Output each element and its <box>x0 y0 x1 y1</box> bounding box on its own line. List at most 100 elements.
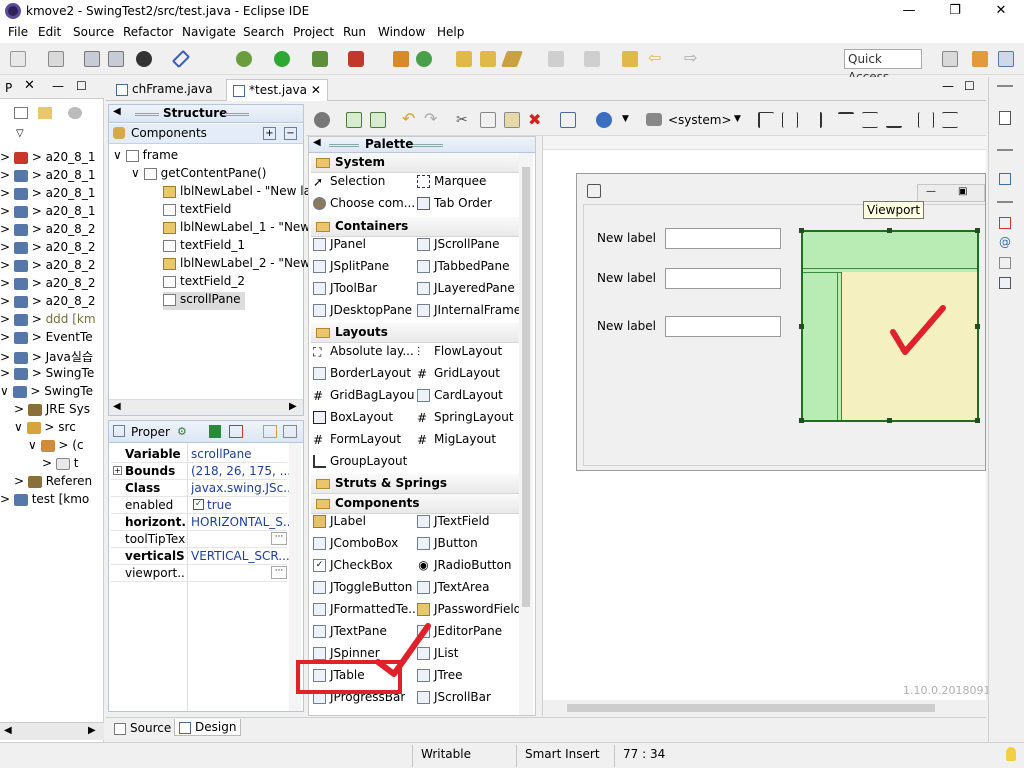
nls-globe-icon[interactable] <box>596 112 612 128</box>
look-and-feel-select[interactable]: <system> ▼ <box>646 112 742 130</box>
minimize-view-icon[interactable]: — <box>52 79 64 93</box>
palette-item-jlayeredpane[interactable]: JLayeredPane <box>417 281 515 299</box>
property-row[interactable]: toolTipText ··· <box>111 531 287 548</box>
annotation-next-icon[interactable] <box>548 51 564 67</box>
tree-node-textfield[interactable]: textField_1 <box>163 238 245 256</box>
tree-item[interactable]: ∨ > src <box>0 420 100 438</box>
maximize-view-icon[interactable]: ☐ <box>76 79 87 93</box>
menu-source[interactable]: Source <box>73 25 114 39</box>
tree-item[interactable]: > > SwingTe <box>0 366 100 384</box>
tree-node-frame[interactable]: ∨ frame <box>113 148 178 166</box>
user-icon[interactable] <box>136 51 152 67</box>
tree-node-label[interactable]: lblNewLabel_1 - "New <box>163 220 310 238</box>
save-all-icon[interactable] <box>108 51 124 67</box>
filter-chevron-icon[interactable]: ▽ <box>16 128 24 139</box>
palette-item-gridlayout[interactable]: # GridLayout <box>417 366 500 384</box>
tree-item[interactable]: > JRE Sys <box>0 402 100 420</box>
event-handlers-icon[interactable] <box>263 425 277 438</box>
tree-item[interactable]: ∨ > (c <box>0 438 100 456</box>
collapse-all-icon[interactable]: − <box>284 127 297 140</box>
palette-item-marquee[interactable]: Marquee <box>417 174 486 192</box>
goto-definition-icon[interactable] <box>209 425 221 438</box>
tab-chframe[interactable]: chFrame.java <box>110 79 219 101</box>
form-label-3[interactable]: New label <box>597 319 656 333</box>
resize-handle[interactable] <box>975 418 980 423</box>
resize-handle[interactable] <box>975 324 980 329</box>
palette-category-components[interactable]: Components <box>311 494 519 514</box>
run-icon[interactable] <box>274 51 290 67</box>
debug-icon[interactable] <box>236 51 252 67</box>
tree-item[interactable]: > > Java실습 <box>0 348 100 366</box>
tree-item[interactable]: > > ddd [km <box>0 312 100 330</box>
palette-item-jlabel[interactable]: JLabel <box>313 514 366 532</box>
tree-item[interactable]: > > a20_8_2 <box>0 222 100 240</box>
scroll-left-icon[interactable]: ◀ <box>4 725 12 736</box>
new-file-icon[interactable] <box>10 51 26 67</box>
maximize-editor-icon[interactable]: ☐ <box>964 79 975 93</box>
property-row[interactable]: horizont...HORIZONTAL_S... <box>111 514 289 531</box>
new-wizard-icon[interactable] <box>48 51 64 67</box>
dropdown-arrow-icon[interactable]: ▼ <box>622 114 629 124</box>
console-icon[interactable] <box>999 277 1011 289</box>
convert-local-icon[interactable] <box>229 425 243 438</box>
jframe-minimize-icon[interactable]: — <box>926 186 936 197</box>
package-explorer-tab[interactable]: P <box>5 81 12 95</box>
palette-item-jcheckbox[interactable]: ✓ JCheckBox <box>313 558 393 576</box>
copy-icon[interactable] <box>480 112 496 128</box>
align-middle-icon[interactable] <box>862 112 878 128</box>
palette-item-grouplayout[interactable]: GroupLayout <box>313 454 407 472</box>
palette-item-jdesktoppane[interactable]: JDesktopPane <box>313 303 412 321</box>
view-menu-icon[interactable] <box>68 107 82 119</box>
palette-item-jbutton[interactable]: JButton <box>417 536 478 554</box>
same-height-icon[interactable] <box>942 112 958 128</box>
tree-item[interactable]: > > a20_8_2 <box>0 258 100 276</box>
save-icon[interactable] <box>84 51 100 67</box>
tree-item[interactable]: > test [kmo <box>0 492 100 510</box>
palette-item-jtogglebutton[interactable]: JToggleButton <box>313 580 415 598</box>
resize-handle[interactable] <box>887 228 892 233</box>
property-row[interactable]: viewport... ··· <box>111 565 287 582</box>
resize-handle[interactable] <box>799 324 804 329</box>
palette-item-springlayout[interactable]: # SpringLayout <box>417 410 514 428</box>
scrollpane-selected[interactable] <box>799 228 980 423</box>
align-bottom-icon[interactable] <box>886 112 902 128</box>
reparse-icon[interactable] <box>346 112 362 128</box>
palette-item-jpanel[interactable]: JPanel <box>313 237 366 255</box>
property-row[interactable]: enabled ✓ true <box>111 497 287 514</box>
expand-all-icon[interactable]: + <box>263 127 276 140</box>
cut-icon[interactable]: ✂ <box>456 112 472 128</box>
link-editor-icon[interactable] <box>38 107 52 119</box>
tree-item[interactable]: > > a20_8_1 <box>0 150 100 168</box>
outline-icon[interactable] <box>999 173 1011 185</box>
minimize-button[interactable]: — <box>886 0 932 22</box>
resize-handle[interactable] <box>799 418 804 423</box>
expand-bounds-icon[interactable]: + <box>113 466 122 475</box>
palette-item-jtoolbar[interactable]: JToolBar <box>313 281 377 299</box>
tree-node-textfield[interactable]: textField <box>163 202 231 220</box>
redo-icon[interactable]: ↷ <box>424 111 440 128</box>
restore-view-icon[interactable] <box>997 201 1013 205</box>
enabled-checkbox[interactable]: ✓ <box>193 499 204 510</box>
delete-icon[interactable]: ✖ <box>528 112 544 128</box>
palette-item-jradiobutton[interactable]: ◉ JRadioButton <box>417 558 511 576</box>
palette-scrollbar[interactable] <box>519 153 533 715</box>
tree-item[interactable]: > > a20_8_1 <box>0 204 100 222</box>
close-tab-icon[interactable]: ✕ <box>311 83 321 97</box>
tree-item[interactable]: > Referen <box>0 474 100 492</box>
tree-item[interactable]: > > a20_8_2 <box>0 294 100 312</box>
jframe-preview[interactable]: — ▣ New label New label New label Viewpo… <box>576 173 986 471</box>
menu-run[interactable]: Run <box>343 25 366 39</box>
palette-item-cardlayout[interactable]: CardLayout <box>417 388 503 406</box>
tree-node-scrollpane-selected[interactable]: scrollPane <box>163 292 245 310</box>
open-type-icon[interactable] <box>456 51 472 67</box>
scroll-right-icon[interactable]: ▶ <box>88 725 96 736</box>
form-label-2[interactable]: New label <box>597 271 656 285</box>
palette-category-struts-springs[interactable]: Struts & Springs <box>311 474 519 494</box>
declaration-icon[interactable] <box>999 257 1011 269</box>
coverage-icon[interactable] <box>312 51 328 67</box>
show-advanced-icon[interactable]: ⚙ <box>177 425 191 438</box>
palette-item-flowlayout[interactable]: ⫶ FlowLayout <box>417 344 502 362</box>
horizontal-scrollbar[interactable]: ◀ ▶ <box>0 722 104 740</box>
form-textfield-3[interactable] <box>665 316 781 337</box>
structure-hscrollbar[interactable]: ◀ ▶ <box>109 399 303 415</box>
